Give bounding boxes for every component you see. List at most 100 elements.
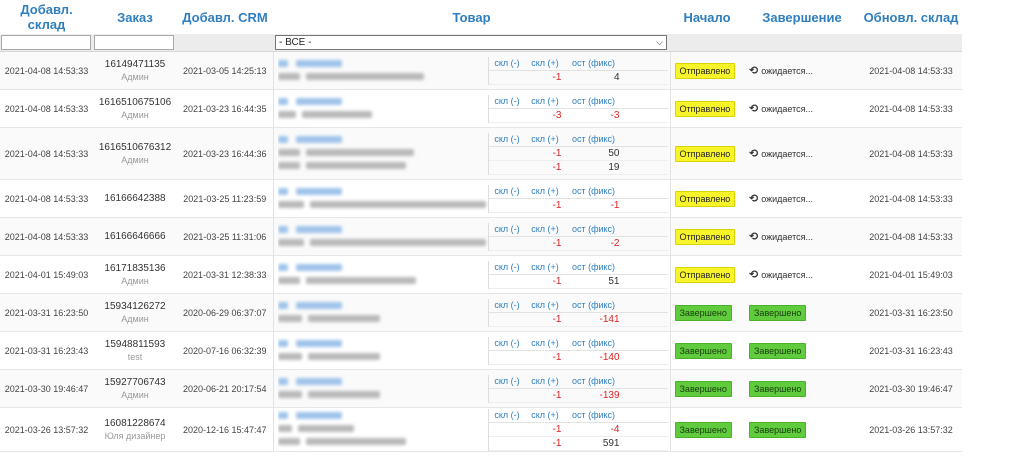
stock-minus-header: скл (-)	[494, 134, 520, 144]
product-line[interactable]	[277, 350, 488, 363]
added-stock-date: 2021-04-08 14:53:33	[0, 179, 93, 218]
order-number[interactable]: 16149471135	[93, 59, 177, 71]
header-order[interactable]: Заказ	[93, 0, 177, 34]
stock-header: скл (-) скл (+) ост (фикс)	[488, 223, 668, 237]
product-line[interactable]	[277, 108, 488, 121]
table-row[interactable]: 2021-03-31 16:23:43 15948811593 test 2020-0…	[0, 331, 962, 370]
added-crm-date: 2021-03-23 16:44:36	[177, 127, 273, 180]
order-number[interactable]: 15927706743	[93, 377, 177, 389]
order-number[interactable]: 15948811593	[93, 339, 177, 351]
stock-plus-value: -1	[552, 237, 562, 249]
product-line[interactable]	[277, 159, 488, 172]
added-crm-date: 2021-03-25 11:31:06	[177, 217, 273, 256]
table-row[interactable]: 2021-04-08 14:53:33 16149471135 Админ 2021-…	[0, 51, 962, 90]
order-cell[interactable]: 15927706743 Админ	[93, 369, 177, 408]
table-row[interactable]: 2021-04-01 15:49:03 16171835136 Админ 2021-…	[0, 255, 962, 294]
table-row[interactable]: 2021-03-26 13:57:32 16081228674 Юля дизайн…	[0, 407, 962, 452]
stock-rest-value: 50	[608, 147, 620, 159]
product-cell: скл (-) скл (+) ост (фикс) -1 51	[272, 255, 670, 294]
table-row[interactable]: 2021-04-08 14:53:33 1616510675106 Админ 202…	[0, 89, 962, 128]
table-row[interactable]: 2021-04-08 14:53:33 16166642388 2021-03-25…	[0, 179, 962, 218]
added-crm-date: 2021-03-25 11:23:59	[177, 179, 273, 218]
stock-line: -1 51	[488, 275, 668, 289]
header-start[interactable]: Начало	[670, 0, 744, 34]
header-updated-stock[interactable]: Обновл. склад	[860, 0, 962, 34]
order-cell[interactable]: 15934126272 Админ	[93, 293, 177, 332]
stock-rest-value: -3	[610, 109, 620, 121]
updated-stock-date: 2021-03-26 13:57:32	[860, 407, 962, 452]
stock-plus-value: -1	[552, 437, 562, 449]
order-number[interactable]: 16171835136	[93, 263, 177, 275]
stock-rest-header: ост (фикс)	[571, 300, 616, 310]
order-number[interactable]: 1616510675106	[93, 97, 177, 109]
finish-status-badge: Завершено	[749, 304, 807, 321]
header-finish[interactable]: Завершение	[744, 0, 860, 34]
order-cell[interactable]: 16081228674 Юля дизайнер	[93, 407, 177, 452]
stock-header: скл (-) скл (+) ост (фикс)	[488, 299, 668, 313]
waiting-label: ожидается...	[761, 148, 814, 159]
order-number[interactable]: 16166642388	[93, 193, 177, 205]
start-status-badge: Отправлено	[674, 266, 736, 283]
stock-line: -1 591	[488, 437, 668, 451]
order-number[interactable]: 15934126272	[93, 301, 177, 313]
stock-rest-value: -141	[599, 313, 620, 325]
product-line[interactable]	[277, 146, 488, 159]
filter-product-select[interactable]: - ВСЕ - ⌵	[275, 35, 667, 50]
waiting-status: ⟲ ожидается...	[749, 192, 813, 205]
order-number[interactable]: 1616510676312	[93, 142, 177, 154]
waiting-status: ⟲ ожидается...	[749, 147, 813, 160]
order-number[interactable]: 16166646666	[93, 231, 177, 243]
stock-plus-header: скл (+)	[531, 96, 559, 106]
order-cell[interactable]: 15948811593 test	[93, 331, 177, 370]
order-user: Админ	[121, 313, 149, 324]
stock-rest-header: ост (фикс)	[571, 338, 616, 348]
stock-line: -1 4	[488, 71, 668, 85]
table-row[interactable]: 2021-04-08 14:53:33 1616510676312 Админ 202…	[0, 127, 962, 180]
product-line[interactable]	[277, 435, 488, 448]
stock-minus-header: скл (-)	[494, 338, 520, 348]
stock-plus-value: -3	[552, 109, 562, 121]
order-cell[interactable]: 16166642388	[93, 179, 177, 218]
order-cell[interactable]: 16149471135 Админ	[93, 51, 177, 90]
header-added-stock[interactable]: Добавл. склад	[0, 0, 93, 34]
added-stock-date: 2021-04-08 14:53:33	[0, 51, 93, 90]
order-cell[interactable]: 1616510676312 Админ	[93, 127, 177, 180]
stock-header: скл (-) скл (+) ост (фикс)	[488, 261, 668, 275]
header-product[interactable]: Товар	[273, 0, 670, 34]
table-row[interactable]: 2021-03-30 19:46:47 15927706743 Админ 2020-…	[0, 369, 962, 408]
order-cell[interactable]: 16166646666	[93, 217, 177, 256]
filter-added-stock-input[interactable]	[1, 35, 91, 50]
waiting-status: ⟲ ожидается...	[749, 268, 813, 281]
product-line[interactable]	[277, 236, 488, 249]
order-cell[interactable]: 1616510675106 Админ	[93, 89, 177, 128]
filter-order-input[interactable]	[94, 35, 174, 50]
product-line[interactable]	[277, 388, 488, 401]
stock-line: -1 -4	[488, 423, 668, 437]
start-cell: Отправлено	[669, 89, 744, 128]
finish-cell: ⟲ ожидается...	[744, 89, 860, 128]
added-stock-date: 2021-04-08 14:53:33	[0, 89, 93, 128]
product-line[interactable]	[277, 422, 488, 435]
stock-rest-header: ост (фикс)	[571, 376, 616, 386]
table-row[interactable]: 2021-03-31 16:23:50 15934126272 Админ 2020-…	[0, 293, 962, 332]
table-row[interactable]: 2021-04-08 14:53:33 16166646666 2021-03-25…	[0, 217, 962, 256]
order-user: Админ	[121, 154, 149, 165]
stock-header: скл (-) скл (+) ост (фикс)	[488, 409, 668, 423]
stock-plus-header: скл (+)	[531, 300, 559, 310]
added-crm-date: 2021-03-05 14:25:13	[177, 51, 273, 90]
order-cell[interactable]: 16171835136 Админ	[93, 255, 177, 294]
product-line[interactable]	[277, 312, 488, 325]
start-cell: Отправлено	[669, 51, 744, 90]
waiting-status: ⟲ ожидается...	[749, 64, 813, 77]
stock-plus-value: -1	[552, 275, 562, 287]
header-added-crm[interactable]: Добавл. CRM	[177, 0, 273, 34]
chevron-down-icon: ⌵	[656, 37, 663, 47]
stock-line: -1 -2	[488, 237, 668, 251]
added-stock-date: 2021-04-08 14:53:33	[0, 217, 93, 256]
updated-stock-date: 2021-04-08 14:53:33	[860, 217, 962, 256]
product-line[interactable]	[277, 198, 488, 211]
product-line[interactable]	[277, 70, 488, 83]
product-line[interactable]	[277, 274, 488, 287]
order-number[interactable]: 16081228674	[93, 418, 177, 430]
order-user: Юля дизайнер	[104, 430, 166, 441]
